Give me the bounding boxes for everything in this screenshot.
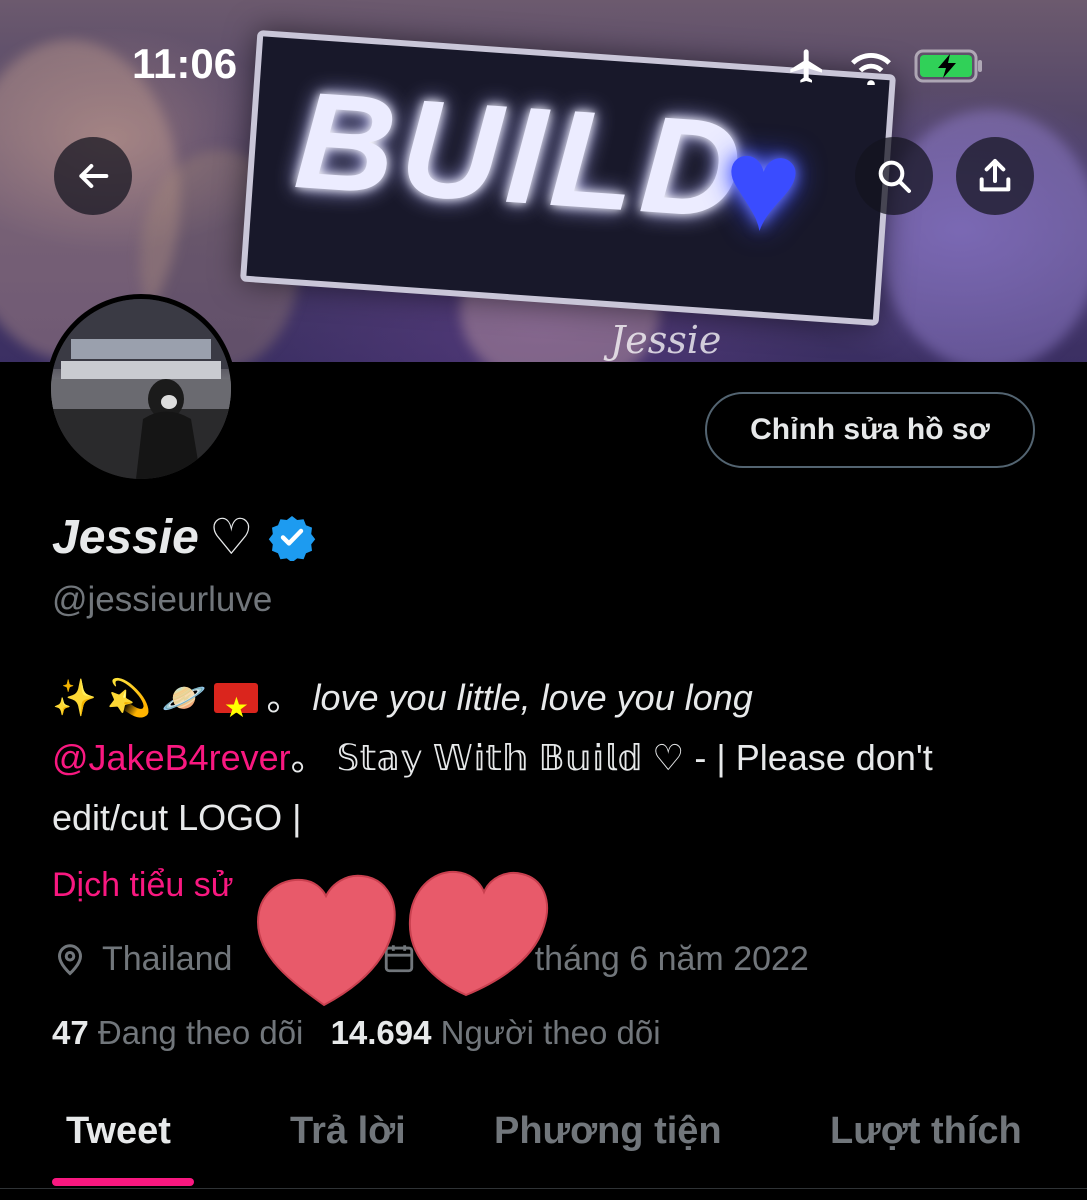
battery-charging-icon <box>914 49 982 83</box>
followers-link[interactable]: 14.694 Người theo dõi <box>331 1014 661 1051</box>
bio-mention-suffix: 。 <box>290 737 327 778</box>
tab-replies[interactable]: Trả lời <box>290 1110 406 1153</box>
sign-text: BUILD <box>290 63 752 249</box>
followers-count: 14.694 <box>330 1014 432 1051</box>
profile-meta: Thailand tha tháng 6 năm 2022 <box>52 940 809 979</box>
airplane-icon <box>790 49 822 83</box>
vietnam-flag-icon <box>214 678 259 738</box>
wifi-icon <box>851 53 891 85</box>
bio-emojis: ✨ 💫 🪐 <box>52 677 207 718</box>
user-handle: @jessieurluve <box>52 580 273 619</box>
banner-signature: Jessie <box>610 318 722 362</box>
following-label: Đang theo dõi <box>97 1014 304 1051</box>
name-heart: ♡ <box>208 509 254 565</box>
heart-stickers <box>256 870 548 1007</box>
back-button[interactable] <box>54 137 132 215</box>
status-time: 11:06 <box>132 40 238 87</box>
active-tab-indicator <box>52 1178 194 1186</box>
bio-tagline: love you little, love you long <box>312 677 753 718</box>
location-text: Thailand <box>102 940 233 978</box>
edit-profile-button[interactable]: Chỉnh sửa hồ sơ <box>705 392 1035 468</box>
share-icon <box>979 159 1011 192</box>
bio-stay-text: 𝕊𝕥𝕒𝕪 𝕎𝕚𝕥𝕙 𝔹𝕦𝕚𝕝𝕕 ♡ <box>336 737 685 778</box>
status-icons <box>786 44 984 88</box>
tab-likes[interactable]: Lượt thích <box>830 1110 1022 1153</box>
profile-tabs: Tweet Trả lời Phương tiện Lượt thích <box>0 1100 1087 1200</box>
following-count: 47 <box>52 1014 89 1051</box>
profile-avatar[interactable] <box>46 294 236 484</box>
profile-bio: ✨ 💫 🪐 。 love you little, love you long @J… <box>52 668 1042 848</box>
search-icon <box>878 160 911 193</box>
display-name: Jessie ♡ <box>52 508 316 566</box>
sticker-heart-left <box>256 874 396 1007</box>
bio-mention-link[interactable]: @JakeB4rever <box>52 737 291 778</box>
follow-stats: 47 Đang theo dõi 14.694 Người theo dõi <box>52 1014 661 1052</box>
location-pin-icon <box>57 943 83 976</box>
joined-rest-text: tháng 6 năm 2022 <box>534 940 809 978</box>
share-button[interactable] <box>956 137 1034 215</box>
avatar-photo <box>51 299 231 479</box>
tab-media[interactable]: Phương tiện <box>494 1110 722 1153</box>
bio-separator: 。 <box>266 677 303 718</box>
verified-badge-icon[interactable] <box>268 513 316 561</box>
translate-bio-link[interactable]: Dịch tiểu sử <box>52 866 234 905</box>
sticker-heart-right <box>408 870 548 997</box>
tabs-divider <box>0 1188 1087 1189</box>
search-button[interactable] <box>855 137 933 215</box>
followers-label: Người theo dõi <box>440 1014 661 1051</box>
sign-heart-icon: ♥ <box>719 109 807 261</box>
display-name-text: Jessie <box>52 510 199 564</box>
tab-tweet[interactable]: Tweet <box>66 1110 171 1153</box>
arrow-left-icon <box>79 164 109 188</box>
following-link[interactable]: 47 Đang theo dõi <box>52 1014 313 1051</box>
